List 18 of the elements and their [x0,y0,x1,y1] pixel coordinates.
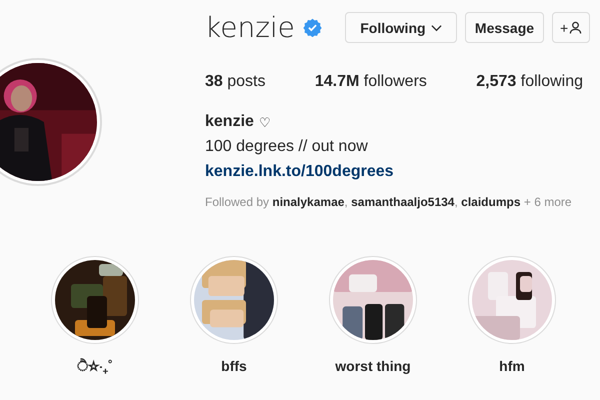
highlight-label[interactable]: bffs [221,358,247,374]
username: kenzie [205,11,295,44]
stat-count[interactable]: 2,573 following [476,73,583,91]
chevron-down-icon [430,24,442,32]
stat-count[interactable]: 38 posts [205,73,266,91]
highlight-label[interactable]: worst thing [335,358,411,374]
following-button[interactable]: Following [344,12,457,43]
person-icon [569,21,582,34]
profile-name: kenzie [205,113,254,131]
highlight-label[interactable]: hfm [499,358,525,374]
highlight-label[interactable]: ੈ☆‧₊˚ [77,358,113,375]
heart-symbol: ♡ [258,114,271,130]
followed-by-text[interactable]: Followed by ninalykamae, samanthaaljo5134, claidumps + 6 more [205,195,572,209]
bio-text: 100 degrees // out now [205,137,368,157]
bio-link[interactable]: kenzie.lnk.to/100degrees [205,161,394,183]
add-friend-button[interactable]: + [552,12,590,43]
message-button[interactable]: Message [464,12,544,43]
stat-count[interactable]: 14.7M followers [314,73,427,91]
